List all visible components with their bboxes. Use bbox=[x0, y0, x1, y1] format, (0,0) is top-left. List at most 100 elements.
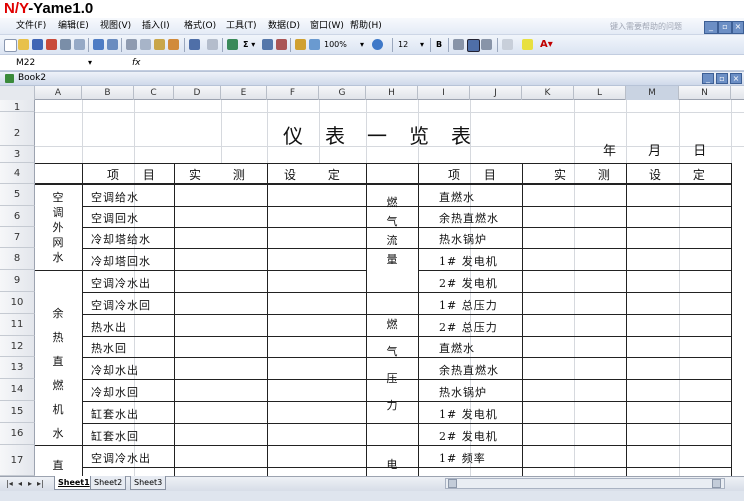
menu-data[interactable]: 数据(D) bbox=[268, 20, 300, 33]
column-header[interactable]: M bbox=[626, 86, 679, 100]
scroll-left-arrow-icon[interactable] bbox=[448, 479, 457, 488]
name-box-dropdown-icon[interactable]: ▾ bbox=[88, 57, 92, 69]
spreadsheet-grid[interactable]: 仪表一览表 年 月 日 项 目 实 测 设 定 项 目 实 测 设 定 空调外网… bbox=[35, 100, 744, 476]
workbook-close-button[interactable]: × bbox=[730, 73, 742, 84]
right-item: 1# 频率 bbox=[439, 452, 486, 465]
column-header[interactable]: C bbox=[134, 86, 174, 100]
scroll-right-arrow-icon[interactable] bbox=[712, 479, 721, 488]
chart-wizard-icon[interactable] bbox=[295, 39, 306, 50]
align-right-icon[interactable] bbox=[481, 39, 492, 50]
font-color-icon[interactable]: A▾ bbox=[540, 38, 553, 52]
column-header[interactable]: E bbox=[221, 86, 267, 100]
zoom-dropdown-icon[interactable]: ▾ bbox=[360, 38, 364, 52]
row-header[interactable]: 16 bbox=[0, 423, 35, 445]
fill-color-icon[interactable] bbox=[522, 39, 533, 50]
row-header[interactable]: 12 bbox=[0, 336, 35, 357]
row-header[interactable]: 17 bbox=[0, 445, 35, 476]
toolbar: Σ ▾ 100% ▾ 12 ▾ B A▾ bbox=[0, 35, 744, 55]
undo-icon[interactable] bbox=[189, 39, 200, 50]
menu-file[interactable]: 文件(F) bbox=[16, 20, 46, 33]
align-center-icon[interactable] bbox=[467, 39, 480, 52]
menu-insert[interactable]: 插入(I) bbox=[142, 20, 170, 33]
column-header[interactable]: L bbox=[574, 86, 626, 100]
tab-sheet2[interactable]: Sheet2 bbox=[90, 476, 127, 490]
column-header[interactable]: A bbox=[35, 86, 82, 100]
font-size-dropdown-icon[interactable]: ▾ bbox=[420, 38, 424, 52]
save-icon[interactable] bbox=[32, 39, 43, 50]
row-header[interactable]: 1 bbox=[0, 100, 35, 113]
column-header[interactable]: I bbox=[418, 86, 470, 100]
cut-icon[interactable] bbox=[126, 39, 137, 50]
row-header[interactable]: 15 bbox=[0, 401, 35, 423]
column-header[interactable]: K bbox=[522, 86, 574, 100]
bold-button[interactable]: B bbox=[436, 38, 442, 52]
zoom-select[interactable]: 100% bbox=[324, 38, 347, 52]
row-header[interactable]: 14 bbox=[0, 379, 35, 401]
column-header[interactable]: H bbox=[366, 86, 418, 100]
column-header[interactable]: F bbox=[267, 86, 319, 100]
row-header[interactable]: 6 bbox=[0, 206, 35, 227]
permission-icon[interactable] bbox=[46, 39, 57, 50]
menu-tools[interactable]: 工具(T) bbox=[226, 20, 257, 33]
last-sheet-nav-icon[interactable]: ▸| bbox=[37, 477, 44, 490]
row-header[interactable]: 8 bbox=[0, 248, 35, 270]
workbook-minimize-button[interactable]: _ bbox=[702, 73, 714, 84]
row-header[interactable]: 5 bbox=[0, 184, 35, 206]
column-header[interactable]: N bbox=[679, 86, 731, 100]
first-sheet-nav-icon[interactable]: |◂ bbox=[6, 477, 13, 490]
row-header[interactable]: 7 bbox=[0, 227, 35, 248]
next-sheet-nav-icon[interactable]: ▸ bbox=[28, 477, 32, 490]
tab-sheet3[interactable]: Sheet3 bbox=[130, 476, 167, 490]
sort-descending-icon[interactable] bbox=[276, 39, 287, 50]
workbook-restore-button[interactable]: ▫ bbox=[716, 73, 728, 84]
horizontal-scrollbar[interactable] bbox=[445, 478, 725, 489]
research-icon[interactable] bbox=[107, 39, 118, 50]
open-folder-icon[interactable] bbox=[18, 39, 29, 50]
align-left-icon[interactable] bbox=[453, 39, 464, 50]
help-search-input[interactable]: 键入需要帮助的问题 bbox=[610, 20, 710, 33]
copy-icon[interactable] bbox=[140, 39, 151, 50]
autosum-icon[interactable]: Σ ▾ bbox=[243, 38, 255, 52]
menu-view[interactable]: 视图(V) bbox=[100, 20, 131, 33]
column-header[interactable]: G bbox=[319, 86, 366, 100]
drawing-icon[interactable] bbox=[309, 39, 320, 50]
spelling-icon[interactable] bbox=[93, 39, 104, 50]
column-header[interactable]: D bbox=[174, 86, 221, 100]
format-painter-icon[interactable] bbox=[168, 39, 179, 50]
sort-ascending-icon[interactable] bbox=[262, 39, 273, 50]
right-item: 2# 发电机 bbox=[439, 277, 498, 290]
row-header[interactable]: 4 bbox=[0, 163, 35, 184]
row-header[interactable]: 3 bbox=[0, 146, 35, 163]
font-size-select[interactable]: 12 bbox=[398, 38, 408, 52]
menu-format[interactable]: 格式(O) bbox=[184, 20, 216, 33]
header-item-right: 项 目 bbox=[448, 168, 506, 182]
select-all-corner[interactable] bbox=[0, 86, 35, 100]
print-preview-icon[interactable] bbox=[74, 39, 85, 50]
name-box[interactable]: M22 bbox=[10, 57, 90, 69]
hyperlink-icon[interactable] bbox=[227, 39, 238, 50]
menu-edit[interactable]: 编辑(E) bbox=[58, 20, 89, 33]
row-header[interactable]: 13 bbox=[0, 357, 35, 379]
function-icon[interactable]: fx bbox=[132, 57, 141, 69]
minimize-button[interactable]: _ bbox=[704, 21, 718, 34]
close-button[interactable]: × bbox=[732, 21, 744, 34]
print-icon[interactable] bbox=[60, 39, 71, 50]
row-header[interactable]: 2 bbox=[0, 112, 35, 146]
menu-window[interactable]: 窗口(W) bbox=[310, 20, 344, 33]
workbook-title: Book2 bbox=[18, 73, 47, 83]
row-header[interactable]: 10 bbox=[0, 292, 35, 314]
new-file-icon[interactable] bbox=[4, 39, 17, 52]
row-header[interactable]: 9 bbox=[0, 270, 35, 292]
help-icon[interactable] bbox=[372, 39, 383, 50]
paste-icon[interactable] bbox=[154, 39, 165, 50]
column-header[interactable]: J bbox=[470, 86, 522, 100]
borders-icon[interactable] bbox=[502, 39, 513, 50]
redo-icon[interactable] bbox=[207, 39, 218, 50]
column-header[interactable]: B bbox=[82, 86, 134, 100]
formula-bar bbox=[0, 55, 744, 71]
restore-button[interactable]: ▫ bbox=[718, 21, 732, 34]
menu-help[interactable]: 帮助(H) bbox=[350, 20, 382, 33]
tab-sheet1[interactable]: Sheet1 bbox=[54, 476, 94, 490]
row-header[interactable]: 11 bbox=[0, 314, 35, 336]
prev-sheet-nav-icon[interactable]: ◂ bbox=[18, 477, 22, 490]
